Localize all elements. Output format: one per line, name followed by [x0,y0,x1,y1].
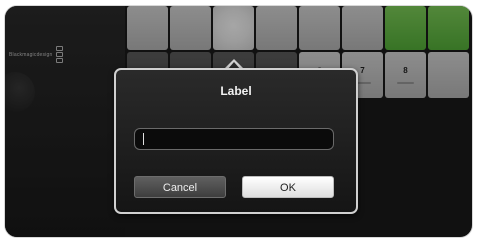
text-cursor [143,133,144,145]
label-input[interactable] [134,128,334,150]
cancel-button[interactable]: Cancel [134,176,226,198]
ok-button[interactable]: OK [242,176,334,198]
dialog-title: Label [220,84,252,98]
label-dialog: Label Cancel OK [114,68,358,214]
